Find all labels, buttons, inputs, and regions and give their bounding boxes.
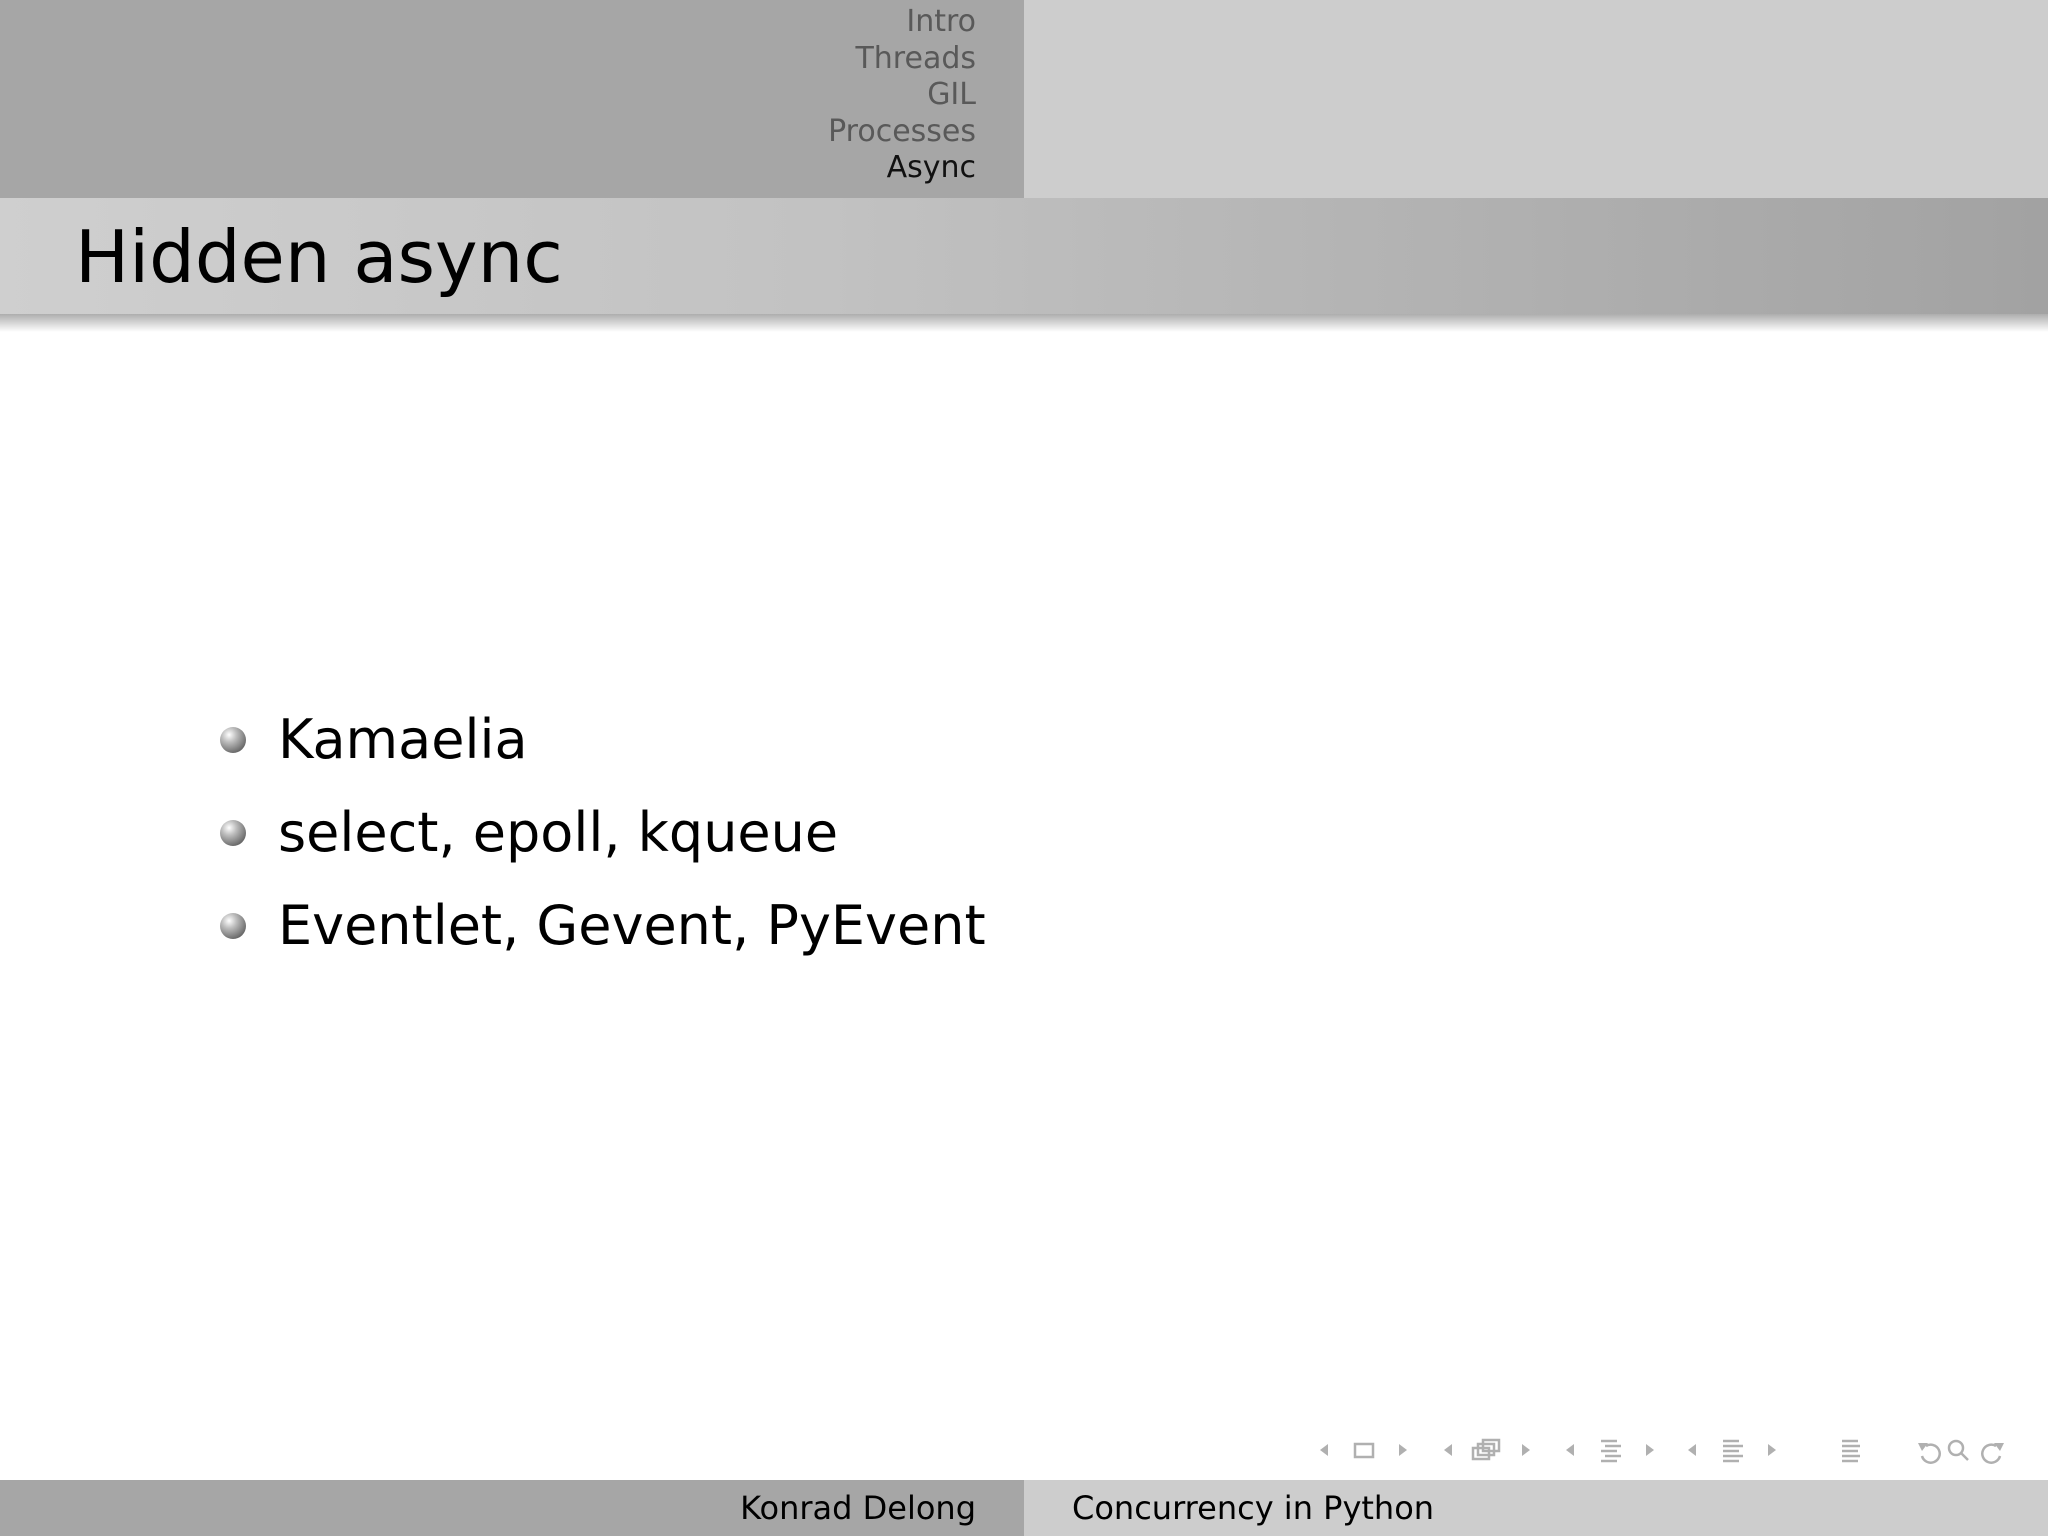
forward-icon[interactable] bbox=[1981, 1443, 2004, 1464]
list-item-text: Eventlet, Gevent, PyEvent bbox=[278, 894, 986, 957]
prev-subsection-arrow-icon[interactable] bbox=[1566, 1444, 1574, 1456]
section-link-processes[interactable]: Processes bbox=[828, 114, 976, 151]
section-icon[interactable] bbox=[1723, 1439, 1743, 1463]
document-icon[interactable] bbox=[1842, 1439, 1860, 1463]
prev-slide-arrow-icon[interactable] bbox=[1320, 1444, 1328, 1456]
prev-section-arrow-icon[interactable] bbox=[1688, 1444, 1696, 1456]
bullet-ball-icon bbox=[220, 912, 246, 939]
slide-icon[interactable] bbox=[1353, 1442, 1375, 1459]
header-sections-panel: Intro Threads GIL Processes Async bbox=[0, 0, 1024, 198]
bullet-ball-icon bbox=[220, 726, 246, 753]
bullet-list: Kamaelia select, epoll, kqueue Eventlet,… bbox=[220, 693, 986, 972]
next-section-arrow-icon[interactable] bbox=[1768, 1444, 1776, 1456]
frame-icon[interactable] bbox=[1471, 1438, 1501, 1461]
section-link-gil[interactable]: GIL bbox=[828, 77, 976, 114]
navigation-symbols bbox=[1310, 1434, 2030, 1470]
section-link-intro[interactable]: Intro bbox=[828, 4, 976, 41]
prev-frame-arrow-icon[interactable] bbox=[1444, 1444, 1452, 1456]
subsection-icon[interactable] bbox=[1601, 1439, 1621, 1463]
next-slide-arrow-icon[interactable] bbox=[1399, 1444, 1407, 1456]
title-bar-shadow bbox=[0, 314, 2048, 332]
footer-author: Konrad Delong bbox=[740, 1489, 976, 1527]
back-icon[interactable] bbox=[1918, 1443, 1941, 1464]
search-icon[interactable] bbox=[1947, 1439, 1969, 1461]
footer-title: Concurrency in Python bbox=[1072, 1489, 1435, 1527]
header-subsections-panel bbox=[1024, 0, 2048, 198]
navigation-symbols-svg bbox=[1320, 1438, 2004, 1464]
list-item: select, epoll, kqueue bbox=[220, 786, 986, 879]
footer-title-panel: Concurrency in Python bbox=[1024, 1480, 2048, 1536]
list-item: Eventlet, Gevent, PyEvent bbox=[220, 879, 986, 972]
list-item-text: select, epoll, kqueue bbox=[278, 801, 839, 864]
slide: Intro Threads GIL Processes Async Hidden… bbox=[0, 0, 2048, 1536]
section-navigation: Intro Threads GIL Processes Async bbox=[828, 4, 976, 187]
section-link-threads[interactable]: Threads bbox=[828, 41, 976, 78]
next-frame-arrow-icon[interactable] bbox=[1522, 1444, 1530, 1456]
footer-author-panel: Konrad Delong bbox=[0, 1480, 1024, 1536]
list-item-text: Kamaelia bbox=[278, 708, 528, 771]
next-subsection-arrow-icon[interactable] bbox=[1646, 1444, 1654, 1456]
section-link-async[interactable]: Async bbox=[828, 150, 976, 187]
list-item: Kamaelia bbox=[220, 693, 986, 786]
frame-title: Hidden async bbox=[75, 215, 563, 299]
bullet-ball-icon bbox=[220, 819, 246, 846]
